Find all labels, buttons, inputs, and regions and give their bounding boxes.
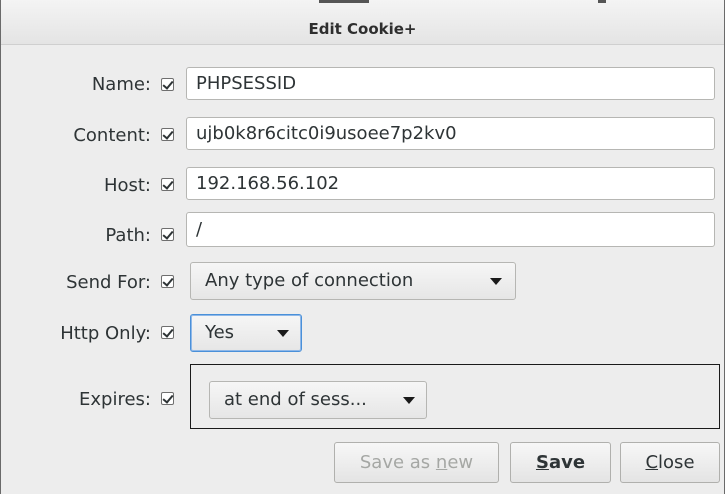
send-for-dropdown[interactable]: Any type of connection: [190, 262, 516, 300]
save-button[interactable]: Save: [510, 442, 611, 483]
content-field[interactable]: ujb0k8r6citc0i9usoee7p2kv0: [186, 117, 715, 150]
host-label: Host:: [103, 175, 151, 196]
expires-checkbox[interactable]: [161, 392, 174, 405]
edit-cookie-dialog: Edit Cookie+ Name: PHPSESSID Content: uj…: [0, 0, 725, 494]
send-for-value: Any type of connection: [205, 270, 414, 291]
content-checkbox[interactable]: [161, 128, 174, 141]
send-for-label: Send For:: [66, 272, 151, 293]
save-as-new-label-start: Save as: [359, 452, 436, 473]
expires-value: at end of sess...: [224, 389, 367, 410]
path-label: Path:: [105, 225, 151, 246]
close-label-end: lose: [658, 452, 695, 473]
name-field[interactable]: PHPSESSID: [186, 67, 715, 100]
dialog-title: Edit Cookie+: [308, 20, 417, 38]
save-as-new-label-end: ew: [447, 452, 474, 473]
save-as-new-button[interactable]: Save as new: [334, 442, 499, 483]
http-only-dropdown[interactable]: Yes: [190, 314, 302, 352]
expires-dropdown[interactable]: at end of sess...: [209, 381, 427, 419]
expires-group: at end of sess...: [190, 364, 720, 429]
close-mnemonic: C: [645, 452, 659, 473]
save-as-new-mnemonic: n: [435, 452, 448, 473]
content-label: Content:: [73, 125, 151, 146]
expires-label: Expires:: [79, 389, 151, 410]
title-bar[interactable]: Edit Cookie+: [1, 0, 724, 45]
save-label-end: ave: [548, 452, 586, 473]
save-mnemonic: S: [535, 452, 549, 473]
path-checkbox[interactable]: [161, 228, 174, 241]
path-field[interactable]: /: [186, 212, 715, 247]
name-checkbox[interactable]: [161, 78, 174, 91]
title-bar-artifact: [319, 0, 369, 3]
http-only-value: Yes: [205, 322, 235, 343]
host-field[interactable]: 192.168.56.102: [186, 167, 715, 200]
http-only-label: Http Only:: [60, 323, 151, 344]
chevron-down-icon: [277, 330, 289, 337]
title-bar-artifact: [598, 0, 606, 3]
name-label: Name:: [91, 74, 151, 95]
close-button[interactable]: Close: [620, 442, 720, 483]
host-checkbox[interactable]: [161, 178, 174, 191]
send-for-checkbox[interactable]: [161, 275, 174, 288]
http-only-checkbox[interactable]: [161, 326, 174, 339]
chevron-down-icon: [403, 397, 415, 404]
chevron-down-icon: [490, 278, 502, 285]
